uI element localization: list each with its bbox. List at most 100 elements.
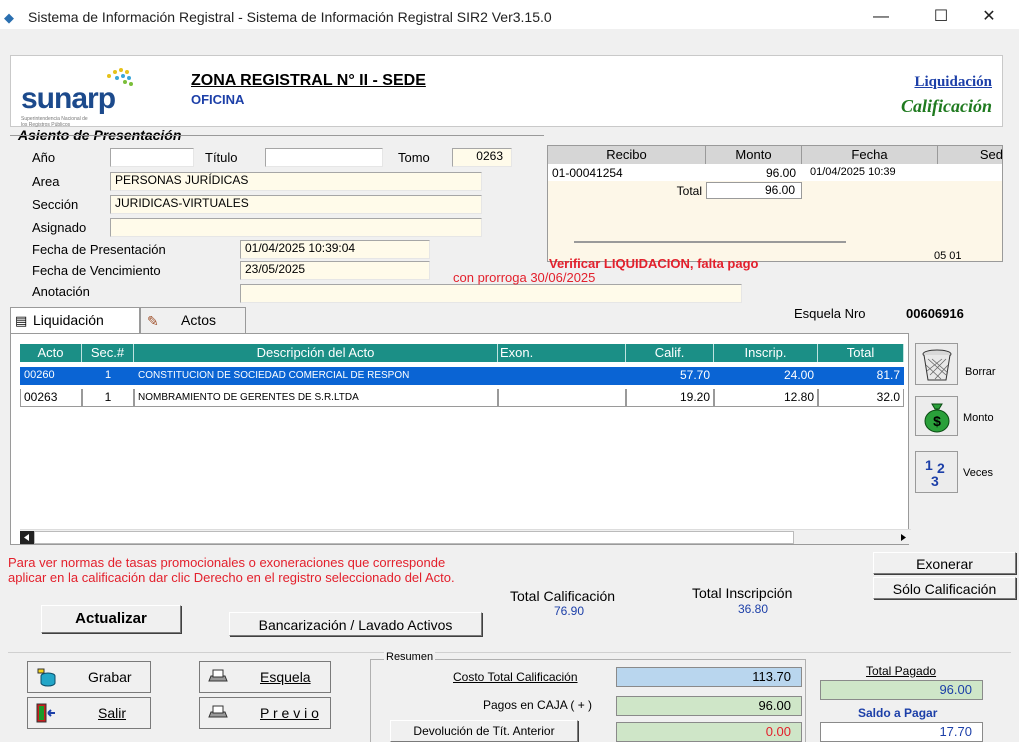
recibos-code: 05 01 bbox=[934, 250, 962, 262]
printer-icon bbox=[208, 669, 228, 682]
pencil-icon: ✎ bbox=[147, 313, 159, 329]
cell-exon[interactable] bbox=[498, 389, 626, 407]
devolucion-value: 0.00 bbox=[616, 722, 802, 742]
esquela-value: 00606916 bbox=[906, 306, 964, 321]
fecha-value: 01/04/2025 10:39 bbox=[810, 166, 896, 178]
recibos-grid[interactable]: Recibo Monto Fecha Sed 01-00041254 96.00… bbox=[547, 145, 1003, 262]
sed-header: Sed bbox=[938, 146, 1002, 164]
recibos-scrollbar[interactable] bbox=[574, 241, 846, 243]
tab-actos-label: Actos bbox=[181, 312, 217, 328]
salir-label: Salir bbox=[98, 705, 127, 721]
tab-liquidacion[interactable]: ▤ Liquidación bbox=[10, 307, 140, 335]
printer-icon bbox=[208, 705, 228, 718]
col-total: Total bbox=[818, 344, 904, 362]
trash-icon bbox=[922, 349, 951, 381]
recibo-row[interactable]: 01-00041254 96.00 01/04/2025 10:39 bbox=[548, 164, 1002, 181]
maximize-button[interactable]: ☐ bbox=[918, 5, 964, 29]
previo-label: P r e v i o bbox=[260, 705, 319, 721]
table-row[interactable]: 00263 1 NOMBRAMIENTO DE GERENTES DE S.R.… bbox=[20, 389, 904, 407]
anotacion-field[interactable] bbox=[240, 284, 742, 303]
monto-value: 96.00 bbox=[765, 166, 796, 180]
total-inscr-label: Total Inscripción bbox=[692, 585, 793, 601]
area-label: Area bbox=[32, 174, 60, 189]
scroll-left-icon[interactable] bbox=[20, 531, 34, 544]
borrar-label: Borrar bbox=[965, 366, 996, 378]
grid-horizontal-scrollbar[interactable] bbox=[20, 529, 911, 544]
monto-header: Monto bbox=[706, 146, 802, 164]
titulo-field[interactable] bbox=[265, 148, 383, 167]
anio-field[interactable] bbox=[110, 148, 194, 167]
document-icon: ▤ bbox=[15, 313, 28, 328]
sunarp-logo: sunarp Superintendencia Nacional de los … bbox=[19, 64, 189, 128]
tab-liquidacion-label: Liquidación bbox=[33, 312, 104, 328]
fecha-venc-label: Fecha de Vencimiento bbox=[32, 263, 161, 278]
scroll-right-icon[interactable] bbox=[896, 531, 910, 544]
anio-label: Año bbox=[32, 150, 56, 165]
solo-calificacion-button[interactable]: Sólo Calificación bbox=[873, 577, 1016, 599]
actualizar-button[interactable]: Actualizar bbox=[41, 605, 181, 633]
total-pagado-label: Total Pagado bbox=[866, 664, 937, 678]
fecha-venc-field[interactable]: 23/05/2025 bbox=[240, 261, 430, 280]
calificacion-title: Calificación bbox=[901, 96, 992, 116]
tab-content-panel bbox=[10, 333, 909, 545]
cell-descripcion: CONSTITUCION DE SOCIEDAD COMERCIAL DE RE… bbox=[134, 367, 498, 385]
app-icon: ◆ bbox=[4, 10, 14, 25]
col-sec: Sec.# bbox=[82, 344, 134, 362]
cell-acto: 00263 bbox=[20, 389, 82, 407]
pagos-value: 96.00 bbox=[616, 696, 802, 716]
oficina-label: OFICINA bbox=[191, 92, 245, 107]
col-acto: Acto bbox=[20, 344, 82, 362]
tomo-field[interactable]: 0263 bbox=[452, 148, 512, 167]
cell-exon[interactable] bbox=[498, 367, 626, 385]
tomo-label: Tomo bbox=[398, 150, 430, 165]
veces-label: Veces bbox=[963, 467, 993, 479]
asignado-field[interactable] bbox=[110, 218, 482, 237]
monto-button[interactable]: $ bbox=[915, 396, 958, 436]
exit-door-icon bbox=[36, 703, 55, 723]
seccion-label: Sección bbox=[32, 197, 79, 212]
warning-text: Verificar LIQUIDACION, falta pago bbox=[549, 256, 759, 271]
cell-descripcion: NOMBRAMIENTO DE GERENTES DE S.R.LTDA bbox=[134, 389, 498, 407]
header-panel: sunarp Superintendencia Nacional de los … bbox=[10, 55, 1003, 128]
pagos-label: Pagos en CAJA ( + ) bbox=[483, 698, 593, 712]
esquela-button[interactable]: Esquela bbox=[199, 661, 331, 693]
table-row[interactable]: 00260 1 CONSTITUCION DE SOCIEDAD COMERCI… bbox=[20, 367, 904, 385]
svg-text:3: 3 bbox=[931, 473, 939, 489]
liquidacion-link[interactable]: Liquidación bbox=[914, 74, 992, 91]
window-titlebar: ◆ Sistema de Información Registral - Sis… bbox=[0, 5, 1019, 29]
col-inscrip: Inscrip. bbox=[714, 344, 818, 362]
grabar-label: Grabar bbox=[88, 669, 132, 685]
section-divider bbox=[10, 135, 544, 136]
exonerar-button[interactable]: Exonerar bbox=[873, 552, 1016, 574]
previo-button[interactable]: P r e v i o bbox=[199, 697, 331, 729]
col-calif: Calif. bbox=[626, 344, 714, 362]
scroll-thumb[interactable] bbox=[34, 531, 794, 544]
grabar-button[interactable]: Grabar bbox=[27, 661, 151, 693]
area-field[interactable]: PERSONAS JURÍDICAS bbox=[110, 172, 482, 191]
saldo-value: 17.70 bbox=[820, 722, 983, 742]
resumen-title: Resumen bbox=[384, 651, 436, 663]
total-calif-label: Total Calificación bbox=[510, 588, 616, 604]
cell-calif: 19.20 bbox=[626, 389, 714, 407]
tab-actos[interactable]: ✎ Actos bbox=[140, 307, 246, 334]
cell-sec: 1 bbox=[82, 367, 134, 385]
exoneration-notes: Para ver normas de tasas promocionales o… bbox=[8, 555, 455, 585]
veces-button[interactable]: 1 2 3 bbox=[915, 451, 958, 493]
prorroga-text: con prorroga 30/06/2025 bbox=[453, 270, 596, 285]
fecha-pres-field[interactable]: 01/04/2025 10:39:04 bbox=[240, 240, 430, 259]
borrar-button[interactable] bbox=[915, 343, 958, 385]
close-button[interactable]: ✕ bbox=[966, 5, 1012, 29]
costo-label: Costo Total Calificación bbox=[453, 670, 578, 684]
anotacion-label: Anotación bbox=[32, 284, 90, 299]
cell-calif: 57.70 bbox=[626, 367, 714, 385]
minimize-button[interactable]: — bbox=[858, 5, 904, 29]
costo-value: 113.70 bbox=[616, 667, 802, 687]
svg-text:$: $ bbox=[933, 413, 941, 429]
salir-button[interactable]: Salir bbox=[27, 697, 151, 729]
total-label: Total bbox=[676, 184, 702, 198]
cell-inscrip: 12.80 bbox=[714, 389, 818, 407]
cell-sec: 1 bbox=[82, 389, 134, 407]
bancarizacion-button[interactable]: Bancarización / Lavado Activos bbox=[229, 612, 482, 636]
devolucion-button[interactable]: Devolución de Tít. Anterior bbox=[390, 720, 578, 742]
seccion-field[interactable]: JURIDICAS-VIRTUALES bbox=[110, 195, 482, 214]
